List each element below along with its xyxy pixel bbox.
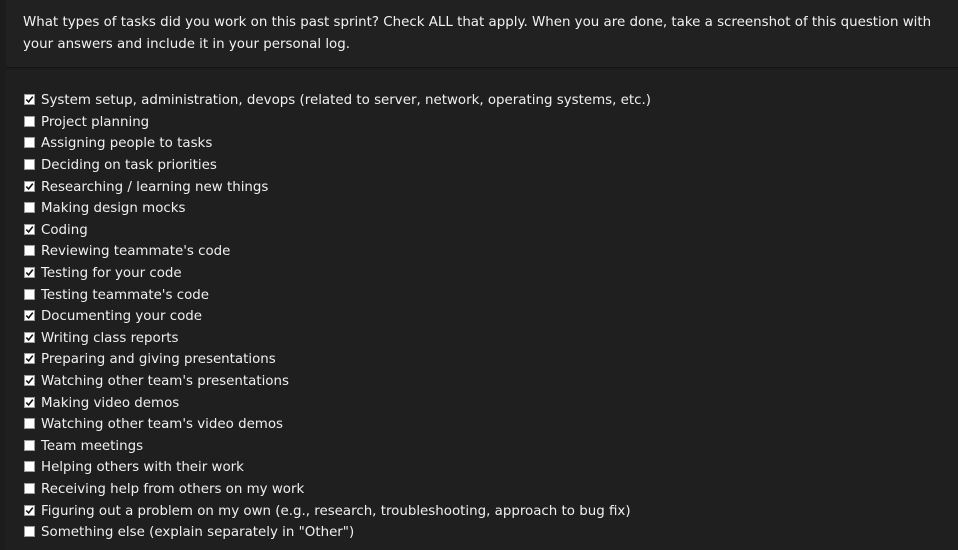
answer-option[interactable]: Making video demos <box>24 392 958 414</box>
checkbox-unchecked[interactable] <box>24 115 35 127</box>
question-panel: What types of tasks did you work on this… <box>6 0 958 68</box>
answer-label: Something else (explain separately in "O… <box>41 525 355 541</box>
checkbox-unchecked[interactable] <box>24 202 35 214</box>
answer-list: System setup, administration, devops (re… <box>24 90 958 543</box>
checkbox-unchecked[interactable] <box>24 288 35 300</box>
answer-label: System setup, administration, devops (re… <box>41 93 651 109</box>
answer-label: Figuring out a problem on my own (e.g., … <box>41 503 631 519</box>
answer-option[interactable]: Receiving help from others on my work <box>24 479 958 501</box>
answer-label: Coding <box>41 222 88 238</box>
checkbox-unchecked[interactable] <box>24 482 35 494</box>
check-mark-icon <box>25 96 34 104</box>
answer-option[interactable]: Team meetings <box>24 436 958 458</box>
checkbox-unchecked[interactable] <box>24 245 35 257</box>
check-mark-icon <box>25 506 34 514</box>
answer-label: Watching other team's presentations <box>41 374 289 390</box>
checkbox-checked[interactable] <box>24 504 35 516</box>
checkbox-checked[interactable] <box>24 396 35 408</box>
answer-option[interactable]: Assigning people to tasks <box>24 133 958 155</box>
answer-option[interactable]: Project planning <box>24 112 958 134</box>
check-mark-icon <box>25 312 34 320</box>
answer-label: Watching other team's video demos <box>41 417 284 433</box>
answer-option[interactable]: System setup, administration, devops (re… <box>24 90 958 112</box>
answer-option[interactable]: Figuring out a problem on my own (e.g., … <box>24 500 958 522</box>
answer-label: Assigning people to tasks <box>41 136 213 152</box>
check-mark-icon <box>25 269 34 277</box>
answer-label: Making video demos <box>41 395 180 411</box>
answer-label: Deciding on task priorities <box>41 158 217 174</box>
checkbox-unchecked[interactable] <box>24 159 35 171</box>
answer-option[interactable]: Researching / learning new things <box>24 176 958 198</box>
answer-option[interactable]: Reviewing teammate's code <box>24 241 958 263</box>
checkbox-unchecked[interactable] <box>24 137 35 149</box>
checkbox-checked[interactable] <box>24 353 35 365</box>
check-mark-icon <box>25 398 34 406</box>
answer-option[interactable]: Testing teammate's code <box>24 284 958 306</box>
question-text: What types of tasks did you work on this… <box>23 15 932 52</box>
answer-option[interactable]: Deciding on task priorities <box>24 155 958 177</box>
check-mark-icon <box>25 377 34 385</box>
answer-label: Team meetings <box>41 438 144 454</box>
checkbox-checked[interactable] <box>24 310 35 322</box>
checkbox-checked[interactable] <box>24 180 35 192</box>
answer-option[interactable]: Helping others with their work <box>24 457 958 479</box>
answer-label: Making design mocks <box>41 201 186 217</box>
answer-label: Writing class reports <box>41 330 179 346</box>
answer-label: Preparing and giving presentations <box>41 352 276 368</box>
answer-option[interactable]: Coding <box>24 220 958 242</box>
check-mark-icon <box>25 182 34 190</box>
answer-label: Project planning <box>41 114 150 130</box>
checkbox-checked[interactable] <box>24 267 35 279</box>
answer-label: Helping others with their work <box>41 460 244 476</box>
check-mark-icon <box>25 225 34 233</box>
checkbox-unchecked[interactable] <box>24 526 35 538</box>
answer-option[interactable]: Making design mocks <box>24 198 958 220</box>
check-mark-icon <box>25 355 34 363</box>
answer-label: Testing for your code <box>41 266 182 282</box>
checkbox-checked[interactable] <box>24 331 35 343</box>
checkbox-checked[interactable] <box>24 375 35 387</box>
answer-option[interactable]: Something else (explain separately in "O… <box>24 522 958 544</box>
checkbox-unchecked[interactable] <box>24 439 35 451</box>
checkbox-unchecked[interactable] <box>24 461 35 473</box>
answer-label: Researching / learning new things <box>41 179 269 195</box>
answer-label: Testing teammate's code <box>41 287 210 303</box>
answer-option[interactable]: Documenting your code <box>24 306 958 328</box>
check-mark-icon <box>25 333 34 341</box>
answer-option[interactable]: Testing for your code <box>24 263 958 285</box>
checkbox-checked[interactable] <box>24 94 35 106</box>
answer-option[interactable]: Watching other team's presentations <box>24 371 958 393</box>
checkbox-unchecked[interactable] <box>24 418 35 430</box>
answer-label: Documenting your code <box>41 309 202 325</box>
answer-label: Receiving help from others on my work <box>41 481 305 497</box>
answer-label: Reviewing teammate's code <box>41 244 231 260</box>
answer-option[interactable]: Writing class reports <box>24 328 958 350</box>
answer-option[interactable]: Preparing and giving presentations <box>24 349 958 371</box>
answer-option[interactable]: Watching other team's video demos <box>24 414 958 436</box>
checkbox-checked[interactable] <box>24 223 35 235</box>
answers-panel: System setup, administration, devops (re… <box>6 70 958 550</box>
